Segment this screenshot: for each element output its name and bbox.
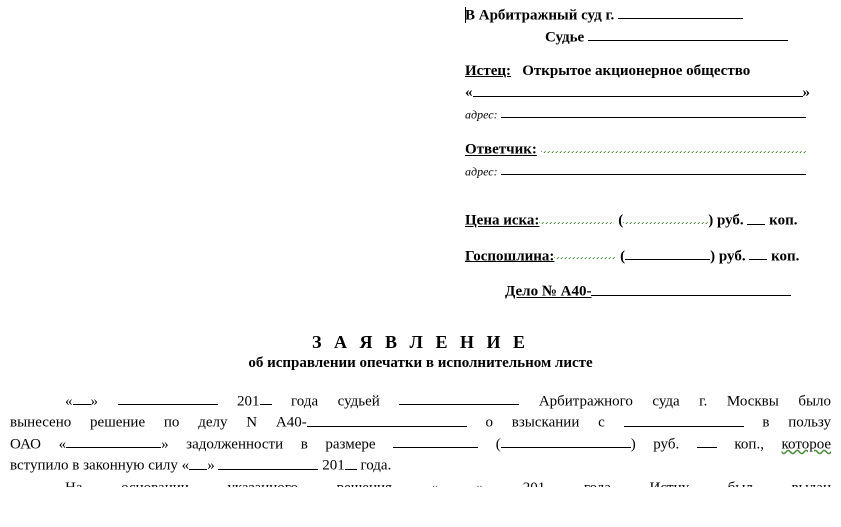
claim-amount-words-blank[interactable] [623,209,708,224]
body-line-4: вступило в законную силу « » 201 года. [10,454,831,476]
body-line-2: вынесено решение по делу N А40- о взыска… [10,411,831,433]
defendant-body-blank[interactable] [624,411,744,426]
case-num-blank[interactable] [307,411,467,426]
case-number-blank[interactable] [591,280,791,295]
header-block: В Арбитражный суд г. Судье Истец: Открыт… [465,4,825,302]
oao-name-blank[interactable] [66,433,161,448]
year2-blank[interactable] [345,454,357,469]
plaintiff-label: Истец: [465,63,511,79]
txt: Арбитражного суда г. Москвы было [539,393,831,409]
claim-amount-label: Цена иска: [465,213,539,229]
kop-body-blank[interactable] [697,433,717,448]
judge-label: Судье [545,29,584,45]
txt: ) руб. [631,436,680,452]
rub-label-2: руб. [719,248,746,264]
txt: » задолженности в размере [161,436,375,452]
gp-kop-blank[interactable] [749,245,767,260]
judge-blank[interactable] [588,26,788,41]
open-quote: « [465,85,473,101]
body-text: « » 201 года судьей Арбитражного суда г. … [10,390,831,487]
address-label-2: адрес: [465,164,498,178]
gosposhlina-label: Госпошлина: [465,248,554,264]
txt: года судьей [291,393,380,409]
month-blank[interactable] [118,390,218,405]
txt: » [207,458,215,474]
claim-amount-blank[interactable] [539,209,614,224]
plaintiff-line: Истец: Открытое акционерное общество [465,61,825,81]
close-quote: » [803,85,811,101]
amount-blank[interactable] [393,433,478,448]
defendant-address-blank[interactable] [501,160,806,175]
address-label: адрес: [465,107,498,121]
rub-label: руб. [717,213,744,229]
plaintiff-name-line: «» [465,81,825,103]
txt: о взыскании с [486,415,605,431]
txt: вынесено решение по делу N А40- [10,415,307,431]
judge-name-blank[interactable] [399,390,519,405]
defendant-blank[interactable] [541,138,806,153]
month2-blank[interactable] [218,454,318,469]
defendant-label: Ответчик: [465,142,537,158]
year-blank[interactable] [260,390,272,405]
txt: 201 [322,458,345,474]
case-label: Дело № А40- [505,284,591,300]
txt: в пользу [762,415,831,431]
kop-label: коп. [769,213,797,229]
defendant-line: Ответчик: [465,138,825,160]
gp-blank[interactable] [554,245,616,260]
plaintiff-name-blank[interactable] [473,81,803,96]
claim-amount-line: Цена иска: () руб. коп. [465,209,825,231]
body-line-cut: На основании указанного решения « » 201 … [10,478,831,487]
plaintiff-value: Открытое акционерное общество [522,63,750,79]
court-label: В Арбитражный суд г. [465,7,614,23]
txt: вступило в законную силу « [10,458,189,474]
case-line: Дело № А40- [465,280,825,302]
day2-blank[interactable] [189,454,207,469]
claim-kop-blank[interactable] [747,209,765,224]
defendant-address-line: адрес: [465,160,825,182]
document-title: З А Я В Л Е Н И Е [10,332,831,353]
amount-words-blank[interactable] [501,433,631,448]
txt: года. [360,458,391,474]
court-line: В Арбитражный суд г. [465,4,825,26]
txt: « [65,393,73,409]
kop-label-2: коп. [771,248,799,264]
txt: 201 [237,393,260,409]
txt: На основании указанного решения « » 201 … [65,480,831,487]
gosposhlina-line: Госпошлина: () руб. коп. [465,245,825,267]
court-blank[interactable] [618,4,743,19]
body-line-1: « » 201 года судьей Арбитражного суда г. … [10,390,831,412]
txt-wavy: которое [782,436,832,452]
gp-words-blank[interactable] [625,245,710,260]
txt: ОАО « [10,436,66,452]
day-blank[interactable] [73,390,91,405]
judge-line: Судье [465,26,825,48]
plaintiff-address-line: адрес: [465,103,825,125]
plaintiff-address-blank[interactable] [501,103,806,118]
txt: » [91,393,99,409]
body-line-3: ОАО «» задолженности в размере () руб. к… [10,433,831,455]
document-subtitle: об исправлении опечатки в исполнительном… [10,355,831,372]
txt: коп., [734,436,781,452]
